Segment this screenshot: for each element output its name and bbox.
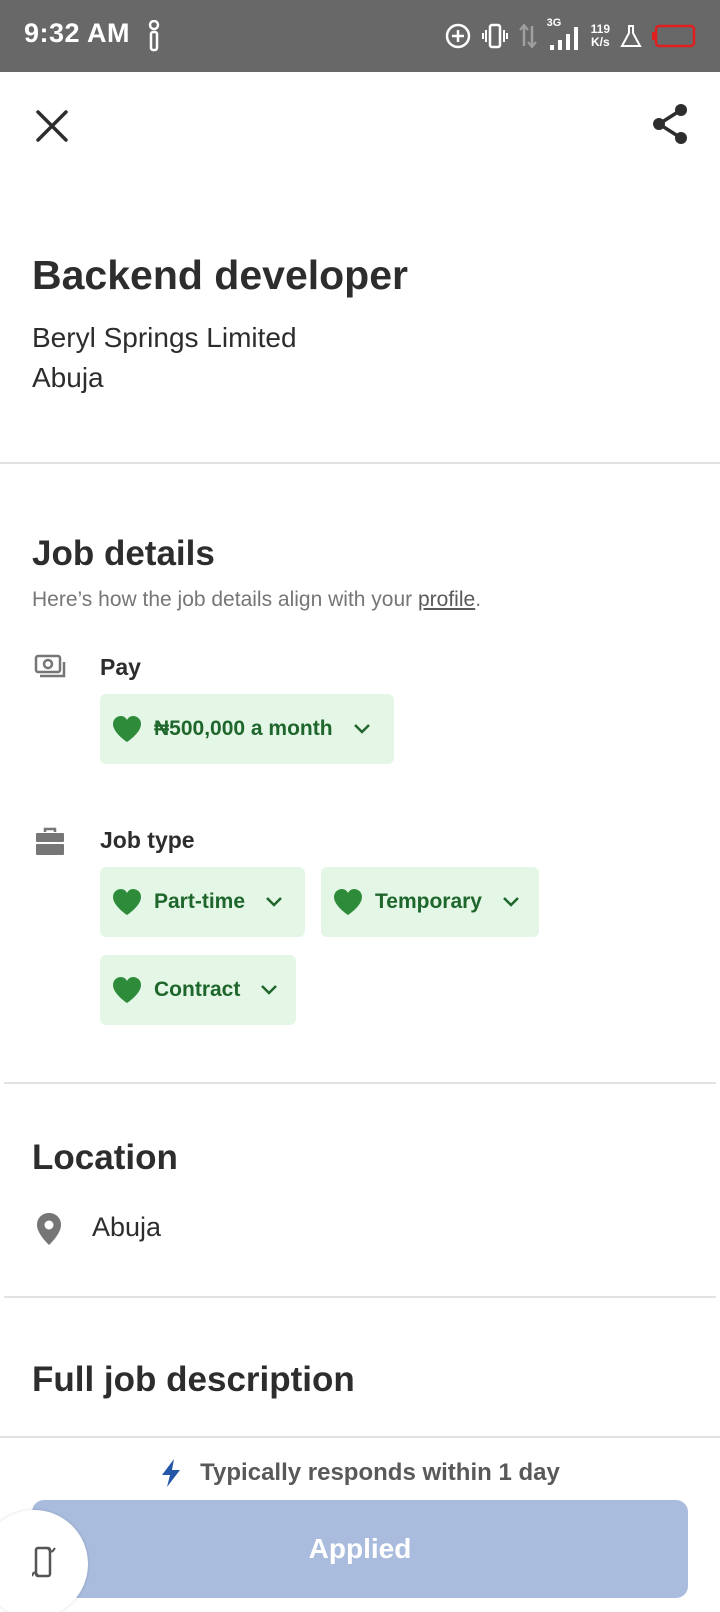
data-arrows-icon [518, 23, 537, 49]
location-value: Abuja [92, 1212, 162, 1242]
chevron-down-icon [266, 897, 282, 907]
chevron-down-icon [261, 985, 278, 995]
money-icon [34, 654, 66, 678]
job-title: Backend developer [32, 252, 408, 298]
signal-icon [549, 27, 578, 50]
status-bar: 9:32 AM 3G 119 K/s [0, 0, 720, 72]
job-details-subtext: Here’s how the job details align with yo… [32, 588, 481, 612]
subtext-suffix: . [475, 588, 482, 611]
heart-icon [113, 889, 141, 915]
heart-icon [113, 977, 141, 1003]
divider [4, 1082, 716, 1084]
applied-button[interactable]: Applied [32, 1500, 688, 1598]
close-button[interactable] [28, 102, 76, 150]
speed-unit: K/s [590, 35, 610, 49]
profile-link[interactable]: profile [418, 588, 475, 611]
pay-value: ₦500,000 a month [154, 717, 333, 740]
briefcase-icon [36, 827, 64, 855]
data-saver-icon [445, 23, 470, 49]
job-type-value: Temporary [375, 890, 482, 913]
response-time-row: Typically responds within 1 day [0, 1458, 720, 1488]
job-type-value: Contract [154, 978, 241, 1001]
heart-icon [113, 716, 141, 742]
location-pin-icon [37, 1213, 61, 1245]
network-speed: 119 K/s [591, 23, 610, 49]
job-type-value: Part-time [154, 890, 246, 913]
status-icons: 3G 119 K/s [445, 16, 696, 56]
job-location: Abuja [32, 362, 104, 393]
response-time-text: Typically responds within 1 day [200, 1459, 560, 1486]
job-type-label: Job type [100, 827, 195, 853]
full-description-heading: Full job description [32, 1360, 355, 1399]
flask-icon [620, 25, 642, 47]
lightning-bolt-icon [162, 1459, 181, 1487]
info-icon [148, 20, 160, 52]
rotate-screen-icon [32, 1546, 56, 1578]
job-type-chip-part-time[interactable]: Part-time [100, 867, 305, 937]
job-details-heading: Job details [32, 534, 215, 573]
close-icon [36, 110, 68, 142]
chevron-down-icon [503, 897, 519, 907]
share-button[interactable] [646, 100, 694, 148]
bottom-action-bar: Typically responds within 1 day Applied [0, 1436, 720, 1612]
pay-label: Pay [100, 654, 141, 680]
job-type-chip-contract[interactable]: Contract [100, 955, 296, 1025]
signal-group: 3G [547, 17, 581, 51]
battery-icon [652, 24, 696, 48]
divider [0, 462, 720, 464]
location-heading: Location [32, 1138, 178, 1177]
share-icon [653, 104, 687, 144]
vibrate-icon [481, 23, 508, 49]
divider [4, 1296, 716, 1298]
applied-label: Applied [308, 1533, 412, 1564]
job-type-chip-temporary[interactable]: Temporary [321, 867, 539, 937]
pay-chip[interactable]: ₦500,000 a month [100, 694, 394, 764]
status-time: 9:32 AM [24, 18, 131, 48]
chevron-down-icon [353, 724, 370, 734]
heart-icon [334, 889, 362, 915]
company-name[interactable]: Beryl Springs Limited [32, 322, 297, 354]
subtext-prefix: Here’s how the job details align with yo… [32, 588, 418, 611]
